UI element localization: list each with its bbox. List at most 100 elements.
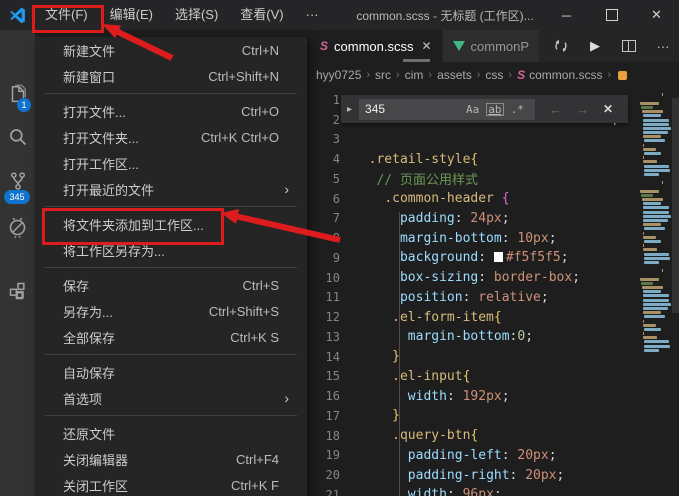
breadcrumb-item[interactable]: assets: [437, 68, 472, 82]
code-line-11[interactable]: 11position: relative;: [310, 288, 679, 308]
minimize-button[interactable]: ─: [544, 0, 589, 30]
code-line-9[interactable]: 9background: #f5f5f5;: [310, 248, 679, 268]
menu-item-全部保存[interactable]: 全部保存Ctrl+K S: [35, 324, 307, 350]
submenu-chevron-icon: ›: [284, 181, 291, 197]
match-case-icon[interactable]: Aa: [466, 103, 479, 116]
code-line-4[interactable]: 4.retail-style{: [310, 149, 679, 169]
menu-item-打开工作区[interactable]: 打开工作区...: [35, 150, 307, 176]
code-text: margin-bottom: 10px;: [400, 231, 557, 246]
menu-edit[interactable]: 编辑(E): [99, 0, 164, 30]
menu-selection[interactable]: 选择(S): [164, 0, 229, 30]
menu-item-新建文件[interactable]: 新建文件Ctrl+N: [35, 37, 307, 63]
run-icon[interactable]: ▶: [585, 36, 605, 56]
menu-item-label: 还原文件: [63, 424, 291, 443]
minimap[interactable]: [637, 88, 672, 428]
line-number: 3: [310, 132, 353, 146]
maximize-button[interactable]: [589, 0, 634, 30]
code-text: padding-left: 20px;: [408, 448, 557, 463]
code-text: // 页面公用样式: [376, 169, 477, 188]
breadcrumb-item[interactable]: src: [375, 68, 391, 82]
menu-item-shortcut: Ctrl+K S: [230, 330, 291, 345]
maximize-icon: [606, 9, 618, 21]
menu-item-另存为[interactable]: 另存为...Ctrl+Shift+S: [35, 298, 307, 324]
more-actions-icon[interactable]: ···: [653, 36, 673, 56]
code-line-14[interactable]: 14}: [310, 347, 679, 367]
activity-debug-icon[interactable]: [0, 208, 35, 246]
line-number: 13: [310, 330, 353, 344]
breadcrumb-item[interactable]: cim: [405, 68, 424, 82]
editor-actions: ▶ ···: [551, 30, 677, 62]
whole-word-icon[interactable]: ab: [486, 103, 503, 116]
line-number: 17: [310, 409, 353, 423]
editor-scrollbar[interactable]: [672, 98, 679, 313]
line-number: 21: [310, 488, 353, 496]
line-number: 6: [310, 192, 353, 206]
menu-item-保存[interactable]: 保存Ctrl+S: [35, 272, 307, 298]
code-line-5[interactable]: 5// 页面公用样式: [310, 169, 679, 189]
code-line-10[interactable]: 10box-sizing: border-box;: [310, 268, 679, 288]
menu-item-新建窗口[interactable]: 新建窗口Ctrl+Shift+N: [35, 63, 307, 89]
code-line-6[interactable]: 6.common-header {: [310, 189, 679, 209]
sync-icon[interactable]: [551, 36, 571, 56]
menu-item-label: 新建文件: [63, 41, 242, 60]
previous-match-icon[interactable]: ←: [549, 102, 562, 117]
close-find-icon[interactable]: ✕: [603, 102, 613, 116]
breadcrumb-separator-icon: ›: [607, 69, 611, 81]
menu-item-关闭编辑器[interactable]: 关闭编辑器Ctrl+F4: [35, 446, 307, 472]
menu-item-shortcut: Ctrl+K Ctrl+O: [201, 130, 291, 145]
regex-icon[interactable]: .*: [511, 103, 524, 116]
breadcrumb-separator-icon: ›: [396, 69, 400, 81]
menu-item-自动保存[interactable]: 自动保存: [35, 359, 307, 385]
breadcrumb-item[interactable]: css: [485, 68, 503, 82]
breadcrumb-item[interactable]: common.scss: [529, 68, 602, 82]
menu-more-icon[interactable]: ···: [295, 0, 330, 30]
code-line-20[interactable]: 20padding-right: 20px;: [310, 465, 679, 485]
code-line-3[interactable]: 3: [310, 130, 679, 150]
find-input[interactable]: [363, 101, 459, 117]
menu-item-打开最近的文件[interactable]: 打开最近的文件›: [35, 176, 307, 202]
code-line-12[interactable]: 12.el-form-item{: [310, 307, 679, 327]
toggle-replace-chevron-icon[interactable]: ▸: [347, 104, 352, 115]
menu-item-首选项[interactable]: 首选项›: [35, 385, 307, 411]
close-button[interactable]: ✕: [634, 0, 679, 30]
code-line-21[interactable]: 21width: 96px;: [310, 485, 679, 496]
tabbar-scroll-indicator[interactable]: [403, 59, 430, 62]
menu-item-label: 首选项: [63, 389, 284, 408]
code-line-13[interactable]: 13margin-bottom:0;: [310, 327, 679, 347]
code-text: position: relative;: [400, 290, 549, 305]
activity-search-icon[interactable]: [0, 118, 35, 156]
breadcrumb: hyy0725›src›cim›assets›css›Scommon.scss›: [310, 62, 679, 88]
tab-commonP[interactable]: commonP: [443, 30, 540, 62]
menu-item-label: 自动保存: [63, 363, 291, 382]
editor-tab-bar: Scommon.scss✕ commonP ▶ ···: [310, 30, 679, 62]
window-title: common.scss - 无标题 (工作区)...: [330, 7, 560, 24]
code-text: width: 192px;: [408, 389, 510, 404]
code-text: .retail-style{: [369, 152, 479, 167]
code-line-17[interactable]: 17}: [310, 406, 679, 426]
code-line-18[interactable]: 18.query-btn{: [310, 426, 679, 446]
code-text: }: [392, 408, 400, 423]
code-line-16[interactable]: 16width: 192px;: [310, 386, 679, 406]
tab-close-icon[interactable]: ✕: [421, 39, 431, 53]
next-match-icon[interactable]: →: [576, 102, 589, 117]
code-line-15[interactable]: 15.el-input{: [310, 367, 679, 387]
code-line-7[interactable]: 7padding: 24px;: [310, 209, 679, 229]
breadcrumb-item[interactable]: hyy0725: [316, 68, 361, 82]
activity-extensions-icon[interactable]: [0, 272, 35, 310]
tab-common.scss[interactable]: Scommon.scss✕: [310, 30, 442, 62]
menu-item-打开文件夹[interactable]: 打开文件夹...Ctrl+K Ctrl+O: [35, 124, 307, 150]
tab-label: commonP: [471, 39, 530, 54]
menu-item-关闭工作区[interactable]: 关闭工作区Ctrl+K F: [35, 472, 307, 496]
line-number: 20: [310, 468, 353, 482]
code-line-8[interactable]: 8margin-bottom: 10px;: [310, 228, 679, 248]
menu-item-label: 关闭工作区: [63, 476, 231, 495]
split-editor-icon[interactable]: [619, 36, 639, 56]
code-editor[interactable]: 12;34.retail-style{5// 页面公用样式6.common-he…: [310, 88, 679, 496]
menu-view[interactable]: 查看(V): [229, 0, 294, 30]
code-text: .query-btn{: [392, 428, 478, 443]
menu-item-label: 关闭编辑器: [63, 450, 236, 469]
menu-item-还原文件[interactable]: 还原文件: [35, 420, 307, 446]
code-line-19[interactable]: 19padding-left: 20px;: [310, 446, 679, 466]
line-number: 7: [310, 211, 353, 225]
menu-item-打开文件[interactable]: 打开文件...Ctrl+O: [35, 98, 307, 124]
